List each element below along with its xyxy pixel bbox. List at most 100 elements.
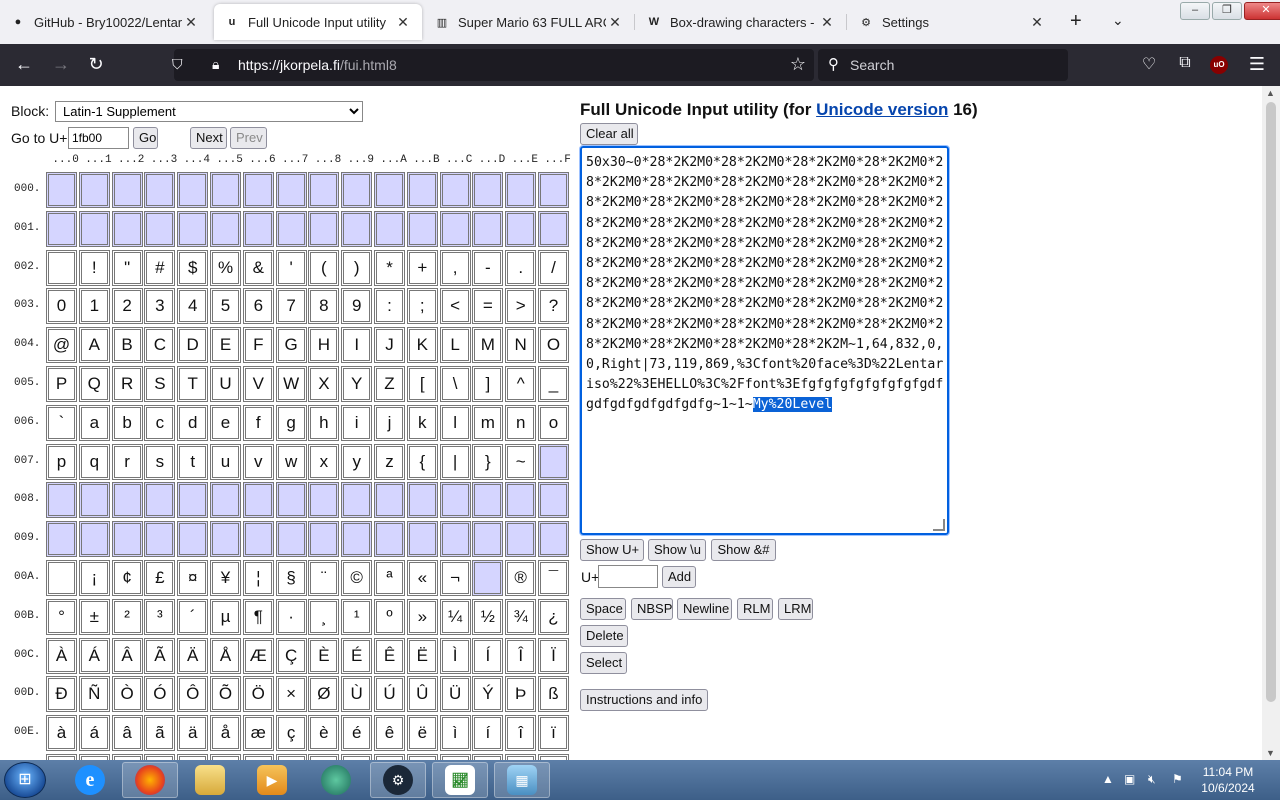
char-cell[interactable]: Ñ — [78, 676, 110, 713]
char-cell[interactable] — [505, 482, 537, 519]
char-cell[interactable]: Ý — [472, 676, 504, 713]
select-button[interactable]: Select — [580, 652, 627, 674]
char-cell[interactable] — [505, 172, 537, 208]
char-cell[interactable]: Ã — [144, 637, 176, 674]
char-cell[interactable]: ` — [46, 404, 77, 441]
char-cell[interactable]: g — [275, 404, 307, 441]
char-cell[interactable]: Ë — [406, 637, 438, 674]
minimize-icon[interactable]: – — [1180, 2, 1210, 20]
char-cell[interactable] — [144, 521, 176, 558]
char-cell[interactable]: c — [144, 404, 176, 441]
char-cell[interactable]: F — [242, 327, 274, 364]
char-cell[interactable] — [308, 482, 340, 519]
char-cell[interactable] — [472, 521, 504, 558]
char-cell[interactable]: Í — [472, 637, 504, 674]
char-cell[interactable]: $ — [177, 249, 209, 286]
char-cell[interactable]: ê — [374, 715, 405, 752]
char-cell[interactable]: è — [308, 715, 340, 752]
taskbar-firefox[interactable] — [122, 762, 178, 798]
char-cell[interactable]: Ò — [111, 676, 143, 713]
char-cell[interactable]: º — [374, 598, 405, 635]
char-cell[interactable] — [144, 482, 176, 519]
char-cell[interactable]: C — [144, 327, 176, 364]
lrm-button[interactable]: LRM — [778, 598, 813, 620]
taskbar-app[interactable] — [308, 762, 364, 798]
char-cell[interactable]: « — [406, 560, 438, 596]
char-cell[interactable]: ¬ — [439, 560, 471, 596]
char-cell[interactable]: © — [341, 560, 373, 596]
char-cell[interactable]: À — [46, 637, 77, 674]
char-cell[interactable]: 1 — [78, 288, 110, 325]
char-cell[interactable]: s — [144, 443, 176, 480]
char-cell[interactable]: Ü — [439, 676, 471, 713]
char-cell[interactable] — [505, 521, 537, 558]
char-cell[interactable]: } — [472, 443, 504, 480]
char-cell[interactable]: o — [538, 404, 569, 441]
char-cell[interactable]: ã — [144, 715, 176, 752]
char-cell[interactable]: t — [177, 443, 209, 480]
char-cell[interactable]: h — [308, 404, 340, 441]
char-cell[interactable]: i — [341, 404, 373, 441]
tracking-shield-icon[interactable]: ⛉ — [172, 56, 183, 73]
unicode-version-link[interactable]: Unicode version — [816, 100, 948, 119]
reload-icon[interactable]: ↻ — [85, 54, 107, 75]
char-cell[interactable] — [406, 210, 438, 247]
char-cell[interactable]: Ê — [374, 637, 405, 674]
char-cell[interactable]: W — [275, 366, 307, 402]
volume-muted-icon[interactable]: 🔇︎ — [1148, 772, 1156, 787]
char-cell[interactable]: ) — [341, 249, 373, 286]
char-cell[interactable]: l — [439, 404, 471, 441]
char-cell[interactable] — [78, 210, 110, 247]
char-cell[interactable]: w — [275, 443, 307, 480]
taskbar-clock[interactable]: 11:04 PM 10/6/2024 — [1188, 764, 1268, 796]
char-cell[interactable]: ß — [538, 676, 569, 713]
close-tab-icon[interactable]: ✕ — [606, 14, 624, 31]
char-cell[interactable] — [406, 521, 438, 558]
char-cell[interactable] — [210, 521, 241, 558]
char-cell[interactable]: D — [177, 327, 209, 364]
char-cell[interactable]: ] — [472, 366, 504, 402]
char-cell[interactable]: @ — [46, 327, 77, 364]
char-cell[interactable]: e — [210, 404, 241, 441]
char-cell[interactable]: G — [275, 327, 307, 364]
char-cell[interactable]: A — [78, 327, 110, 364]
char-cell[interactable] — [308, 172, 340, 208]
char-cell[interactable] — [439, 172, 471, 208]
char-cell[interactable] — [275, 210, 307, 247]
text-area[interactable]: 50x30~0*28*2K2M0*28*2K2M0*28*2K2M0*28*2K… — [579, 145, 950, 536]
char-cell[interactable] — [46, 210, 77, 247]
space-button[interactable]: Space — [580, 598, 626, 620]
char-cell[interactable]: N — [505, 327, 537, 364]
char-cell[interactable]: § — [275, 560, 307, 596]
char-cell[interactable]: Â — [111, 637, 143, 674]
char-cell[interactable] — [111, 172, 143, 208]
char-cell[interactable]: S — [144, 366, 176, 402]
char-cell[interactable]: L — [439, 327, 471, 364]
char-cell[interactable] — [538, 482, 569, 519]
char-cell[interactable]: H — [308, 327, 340, 364]
scroll-up-icon[interactable]: ▲ — [1266, 88, 1275, 98]
char-cell[interactable]: á — [78, 715, 110, 752]
search-box[interactable]: ⚲ Search — [818, 49, 1068, 81]
char-cell[interactable]: u — [210, 443, 241, 480]
char-cell[interactable]: b — [111, 404, 143, 441]
char-cell[interactable]: ¥ — [210, 560, 241, 596]
char-cell[interactable]: < — [439, 288, 471, 325]
close-tab-icon[interactable]: ✕ — [182, 14, 200, 31]
char-cell[interactable]: ° — [46, 598, 77, 635]
char-cell[interactable]: & — [242, 249, 274, 286]
char-cell[interactable] — [374, 482, 405, 519]
char-cell[interactable] — [46, 560, 77, 596]
char-cell[interactable] — [374, 521, 405, 558]
char-cell[interactable]: 8 — [308, 288, 340, 325]
char-cell[interactable]: ¶ — [242, 598, 274, 635]
next-button[interactable]: Next — [190, 127, 227, 149]
char-cell[interactable]: { — [406, 443, 438, 480]
char-cell[interactable] — [538, 210, 569, 247]
char-cell[interactable] — [46, 172, 77, 208]
char-cell[interactable]: > — [505, 288, 537, 325]
char-cell[interactable] — [538, 172, 569, 208]
char-cell[interactable]: ® — [505, 560, 537, 596]
char-cell[interactable]: ± — [78, 598, 110, 635]
goto-input[interactable] — [68, 127, 129, 149]
